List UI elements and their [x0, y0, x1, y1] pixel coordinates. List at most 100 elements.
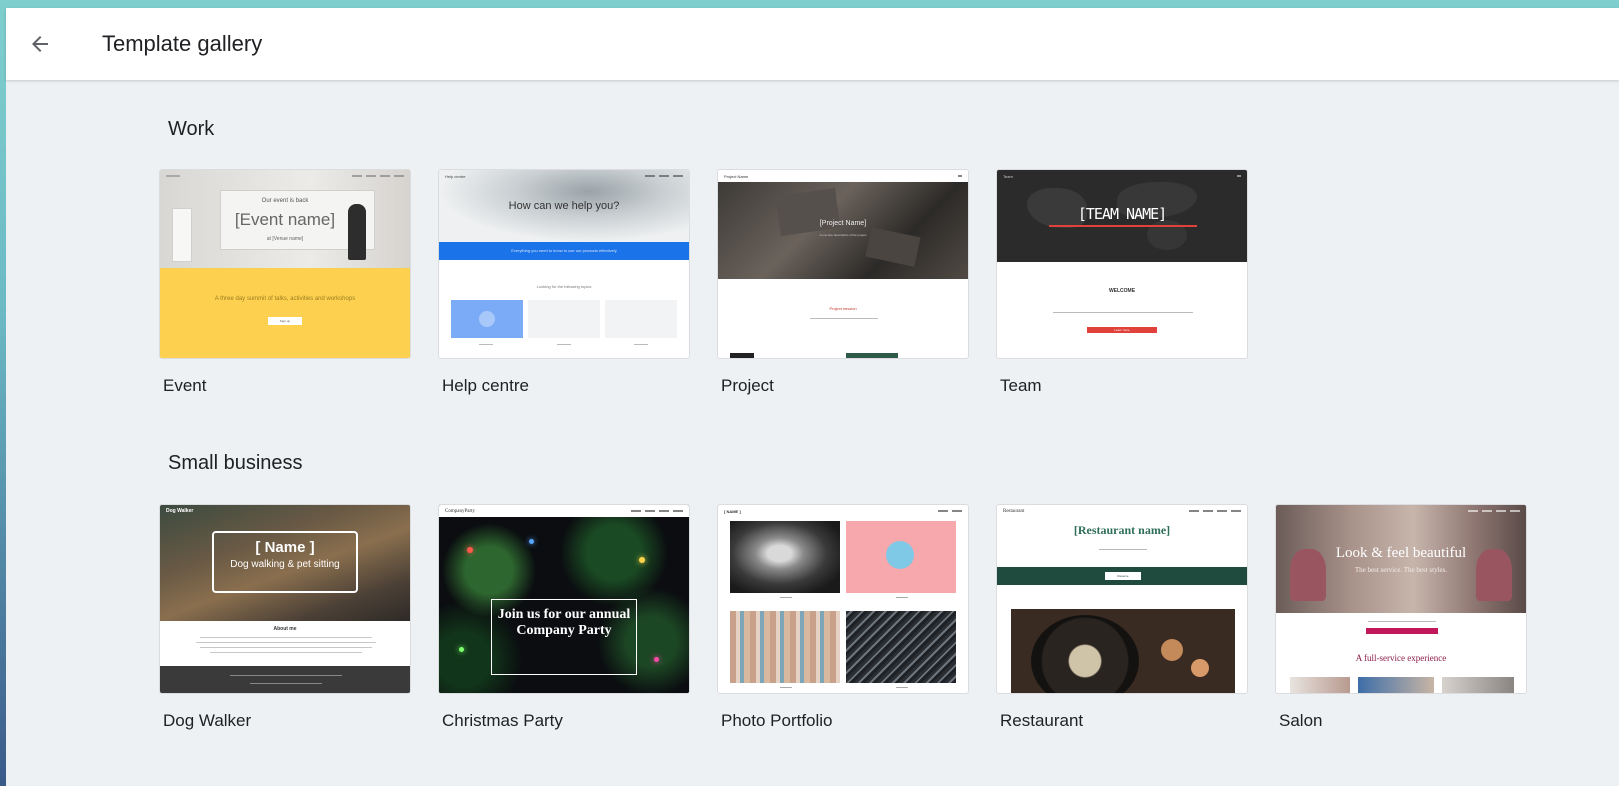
help-mini-nav-brand: Help centre — [445, 173, 466, 179]
template-thumbnail-project: Project Name [Project Name] A one-line d… — [717, 169, 969, 359]
dog-walker-preview-heading: [ Name ] — [255, 539, 315, 556]
event-preview-banner: A three day summit of talks, activities … — [214, 296, 356, 302]
help-blue-strip: Everything you need to know to use our p… — [439, 242, 689, 260]
portfolio-photo-pink — [846, 521, 956, 593]
project-hero-image — [718, 182, 968, 279]
project-mission-text — [810, 318, 878, 319]
template-label-restaurant: Restaurant — [1000, 711, 1084, 730]
restaurant-mini-nav: Restaurant — [997, 505, 1247, 517]
dog-walker-preview-about: About me — [273, 626, 297, 632]
small-business-template-grid: Dog Walker [ Name ] Dog walking & pet si… — [159, 504, 1527, 731]
template-card-project[interactable]: Project Name [Project Name] A one-line d… — [717, 169, 969, 396]
help-tile-caption-3 — [634, 344, 648, 345]
restaurant-plate-shape — [1031, 615, 1139, 693]
template-thumbnail-team: Team [TEAM NAME] WELCOME Learn more — [996, 169, 1248, 359]
event-preview-heading: [Event name] — [234, 210, 336, 229]
event-preview-kicker: Our event is back — [261, 198, 309, 204]
help-tile-caption-2 — [557, 344, 571, 345]
salon-pink-button — [1366, 628, 1438, 634]
template-thumbnail-help-centre: Help centre How can we help you? Everyth… — [438, 169, 690, 359]
christmas-mini-nav-brand: CompanyParty — [445, 508, 475, 514]
template-thumbnail-photo-portfolio: [ NAME ] — [717, 504, 969, 694]
christmas-light-green — [459, 647, 464, 652]
portfolio-caption-3 — [780, 687, 792, 688]
template-card-team[interactable]: Team [TEAM NAME] WELCOME Learn more Team — [996, 169, 1248, 396]
template-card-photo-portfolio[interactable]: [ NAME ] Photo Portfolio — [717, 504, 969, 731]
team-heading-underline — [1049, 225, 1197, 227]
restaurant-mushroom-shape-2 — [1191, 659, 1209, 677]
dog-walker-about-line-2 — [196, 642, 376, 643]
dog-walker-footer — [160, 666, 410, 693]
portfolio-caption-2 — [896, 597, 908, 598]
help-preview-heading: How can we help you? — [508, 200, 620, 212]
portfolio-caption-4 — [896, 687, 908, 688]
christmas-light-pink — [654, 657, 659, 662]
christmas-light-red — [467, 547, 473, 553]
template-card-christmas-party[interactable]: CompanyParty Join us for our annual Comp… — [438, 504, 690, 731]
restaurant-mushroom-shape — [1161, 639, 1183, 661]
team-mini-nav-brand: Team — [1003, 173, 1013, 179]
portfolio-photo-building — [730, 611, 840, 683]
dog-walker-about-line-4 — [210, 652, 362, 653]
salon-gallery-2 — [1358, 677, 1434, 693]
back-button[interactable] — [12, 16, 68, 72]
help-mini-nav: Help centre — [439, 170, 689, 182]
template-thumbnail-restaurant: Restaurant [Restaurant name] Reserve — [996, 504, 1248, 694]
event-mini-nav — [160, 170, 410, 182]
template-label-help-centre: Help centre — [442, 376, 529, 395]
restaurant-mini-nav-brand: Restaurant — [1003, 508, 1025, 514]
salon-preview-tagline: A full-service experience — [1355, 653, 1447, 663]
help-topic-tile-2 — [528, 300, 600, 338]
project-laptop-shape — [775, 188, 841, 236]
event-preview-sub: at [Venue name] — [266, 236, 304, 242]
team-preview-welcome: WELCOME — [1108, 288, 1136, 294]
team-mini-nav: Team — [997, 170, 1247, 182]
dog-walker-footer-line-1 — [230, 675, 342, 676]
restaurant-green-band: Reserve — [997, 567, 1247, 585]
salon-gallery-1 — [1290, 677, 1350, 693]
dog-walker-about-line-1 — [200, 637, 372, 638]
christmas-light-blue — [529, 539, 534, 544]
page-title: Template gallery — [102, 31, 263, 56]
restaurant-preview-button: Reserve — [1105, 572, 1141, 580]
christmas-mini-nav: CompanyParty — [439, 505, 689, 517]
template-thumbnail-event: Our event is back [Event name] at [Venue… — [159, 169, 411, 359]
project-mini-nav-brand: Project Name — [724, 173, 749, 179]
help-topic-icon — [479, 311, 495, 327]
template-thumbnail-christmas-party: CompanyParty Join us for our annual Comp… — [438, 504, 690, 694]
portfolio-caption-1 — [780, 597, 792, 598]
work-template-grid: Our event is back [Event name] at [Venue… — [159, 169, 1248, 396]
top-app-bar: Template gallery — [6, 8, 1619, 80]
template-label-team: Team — [1000, 376, 1042, 395]
dog-walker-footer-line-2 — [250, 683, 322, 684]
event-yellow-banner: A three day summit of talks, activities … — [160, 268, 410, 358]
restaurant-preview-heading: [Restaurant name] — [1073, 523, 1171, 537]
restaurant-tagline — [1099, 549, 1147, 550]
help-preview-sub: Looking for the following topics — [536, 284, 592, 289]
salon-intro-text — [1368, 621, 1436, 622]
dog-walker-about-line-3 — [200, 647, 372, 648]
project-preview-mission: Project mission — [829, 306, 857, 311]
template-card-salon[interactable]: Look & feel beautiful The best service. … — [1275, 504, 1527, 731]
template-card-dog-walker[interactable]: Dog Walker [ Name ] Dog walking & pet si… — [159, 504, 411, 731]
template-card-help-centre[interactable]: Help centre How can we help you? Everyth… — [438, 169, 690, 396]
template-label-dog-walker: Dog Walker — [163, 711, 252, 730]
portfolio-lollipop-shape — [886, 541, 914, 569]
project-mini-nav: Project Name — [718, 170, 968, 182]
portfolio-mini-nav-brand: [ NAME ] — [724, 508, 741, 514]
arrow-back-icon — [32, 36, 48, 52]
template-label-project: Project — [721, 376, 774, 395]
template-card-restaurant[interactable]: Restaurant [Restaurant name] Reserve Res… — [996, 504, 1248, 731]
help-topic-tile-1 — [451, 300, 523, 338]
template-label-event: Event — [163, 376, 207, 395]
team-preview-button: Learn more — [1087, 327, 1157, 333]
template-card-event[interactable]: Our event is back [Event name] at [Venue… — [159, 169, 411, 396]
project-preview-sub: A one-line description of the project — [819, 233, 867, 237]
team-preview-heading: [TEAM NAME] — [1077, 205, 1167, 223]
template-thumbnail-salon: Look & feel beautiful The best service. … — [1275, 504, 1527, 694]
section-title-small-business: Small business — [168, 452, 303, 474]
team-welcome-text — [1053, 312, 1193, 313]
salon-gallery-3 — [1442, 677, 1514, 693]
project-image-strip-1 — [730, 353, 754, 358]
portfolio-photo-cars — [846, 611, 956, 683]
